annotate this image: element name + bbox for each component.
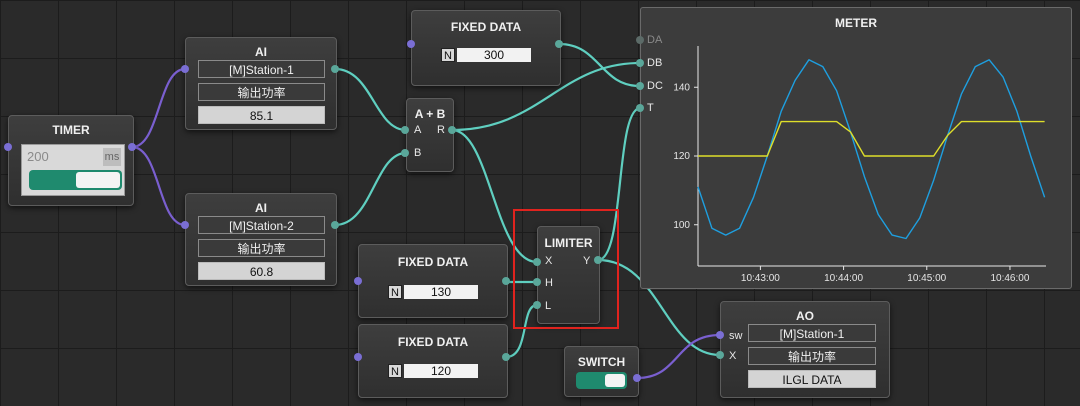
timer-interval-input[interactable]: 200: [27, 148, 87, 166]
ai1-title: AI: [255, 45, 267, 59]
ao-param-field[interactable]: 输出功率: [748, 347, 876, 365]
fixed-data-l-value[interactable]: 120: [404, 364, 478, 378]
ai2-value: 60.8: [198, 262, 325, 280]
ai1-station-field[interactable]: [M]Station-1: [198, 60, 325, 78]
meter-in-t-port[interactable]: [636, 104, 644, 112]
ai2-node[interactable]: AI [M]Station-2 输出功率 60.8: [185, 193, 337, 286]
timer-title: TIMER: [52, 123, 90, 137]
meter-x-tick-label: 10:44:00: [824, 273, 863, 284]
adder-in-a-port[interactable]: [401, 126, 409, 134]
wire-fixed-meter-dc: [558, 42, 641, 88]
fixed-data-h-node[interactable]: FIXED DATA N 130: [358, 244, 508, 318]
wire-ai1-adder-a: [334, 67, 407, 132]
ao-in-sw-port[interactable]: [716, 331, 724, 339]
ai2-in-port[interactable]: [181, 221, 189, 229]
fixed-data-top-title: FIXED DATA: [450, 20, 522, 34]
ai1-node[interactable]: AI [M]Station-1 输出功率 85.1: [185, 37, 337, 130]
meter-series-2-line: [698, 120, 1045, 157]
meter-y-tick-label: 140: [673, 82, 690, 93]
adder-label-b: B: [414, 147, 422, 159]
ao-station-field[interactable]: [M]Station-1: [748, 324, 876, 342]
meter-x-tick-label: 10:45:00: [907, 273, 946, 284]
ao-status: ILGL DATA: [748, 370, 876, 388]
meter-y-tick-label: 100: [673, 220, 690, 231]
ao-in-x-port[interactable]: [716, 351, 724, 359]
meter-in-da-port[interactable]: [636, 36, 644, 44]
fixed-data-h-title: FIXED DATA: [397, 255, 469, 269]
meter-label-db: DB: [647, 57, 663, 69]
adder-title: A + B: [414, 107, 446, 121]
fixed-data-l-title: FIXED DATA: [397, 335, 469, 349]
switch-title: SWITCH: [577, 355, 626, 369]
timer-node[interactable]: TIMER 200 ms: [8, 115, 134, 206]
meter-in-db-port[interactable]: [636, 59, 644, 67]
ai1-in-port[interactable]: [181, 65, 189, 73]
fixed-data-top-node[interactable]: FIXED DATA N 300: [411, 10, 561, 86]
fixed-data-top-value[interactable]: 300: [457, 48, 531, 62]
timer-toggle[interactable]: [29, 170, 122, 190]
fixed-data-l-badge: N: [388, 364, 402, 378]
ao-node[interactable]: AO sw X [M]Station-1 输出功率 ILGL DATA: [720, 301, 890, 398]
wire-timer-ai2: [131, 145, 186, 227]
ao-label-sw: sw: [729, 330, 743, 342]
adder-label-a: A: [414, 124, 422, 136]
limiter-highlight-box: [513, 209, 619, 329]
adder-in-b-port[interactable]: [401, 149, 409, 157]
fixed-data-top-in-port[interactable]: [407, 40, 415, 48]
adder-label-r: R: [437, 124, 445, 136]
fixed-data-h-in-port[interactable]: [354, 277, 362, 285]
ai2-station-field[interactable]: [M]Station-2: [198, 216, 325, 234]
ao-label-x: X: [729, 350, 737, 362]
ai2-param-field[interactable]: 输出功率: [198, 239, 325, 257]
wire-timer-ai1: [131, 67, 186, 149]
fixed-data-top-badge: N: [441, 48, 455, 62]
meter-x-tick-label: 10:43:00: [741, 273, 780, 284]
ai2-title: AI: [255, 201, 267, 215]
meter-in-dc-port[interactable]: [636, 82, 644, 90]
timer-out-port[interactable]: [128, 143, 136, 151]
fixed-data-h-out-port[interactable]: [502, 277, 510, 285]
ai1-param-field[interactable]: 输出功率: [198, 83, 325, 101]
wire-ai2-adder-b: [334, 151, 407, 227]
timer-interval-unit: ms: [103, 148, 121, 166]
fixed-data-l-out-port[interactable]: [502, 353, 510, 361]
timer-in-port[interactable]: [4, 143, 12, 151]
fixed-data-top-out-port[interactable]: [555, 40, 563, 48]
ai1-out-port[interactable]: [331, 65, 339, 73]
switch-toggle-knob: [605, 374, 625, 387]
fixed-data-l-in-port[interactable]: [354, 353, 362, 361]
adder-node[interactable]: A + B A B R: [406, 98, 454, 172]
ai1-value: 85.1: [198, 106, 325, 124]
timer-toggle-knob: [76, 172, 120, 188]
ai2-out-port[interactable]: [331, 221, 339, 229]
meter-label-da: DA: [647, 34, 663, 46]
switch-out-port[interactable]: [633, 374, 641, 382]
ao-title: AO: [796, 309, 814, 323]
switch-toggle[interactable]: [576, 372, 627, 389]
fixed-data-h-value[interactable]: 130: [404, 285, 478, 299]
meter-label-dc: DC: [647, 80, 663, 92]
fixed-data-h-badge: N: [388, 285, 402, 299]
meter-chart: 100 120 140 10:43:00 10:44:00 10:45:00 10:46:0…: [673, 46, 1046, 284]
meter-series-1-line: [697, 59, 1046, 240]
meter-y-tick-label: 120: [673, 151, 690, 162]
wire-switch-ao-sw: [636, 333, 721, 380]
adder-out-r-port[interactable]: [448, 126, 456, 134]
fixed-data-l-node[interactable]: FIXED DATA N 120: [358, 324, 508, 398]
meter-x-tick-label: 10:46:00: [990, 273, 1029, 284]
meter-label-t: T: [647, 102, 654, 114]
meter-node[interactable]: METER 100 120 140 10:43:00 10:44:00 10:45:00 1…: [640, 7, 1072, 289]
switch-node[interactable]: SWITCH: [564, 346, 639, 397]
